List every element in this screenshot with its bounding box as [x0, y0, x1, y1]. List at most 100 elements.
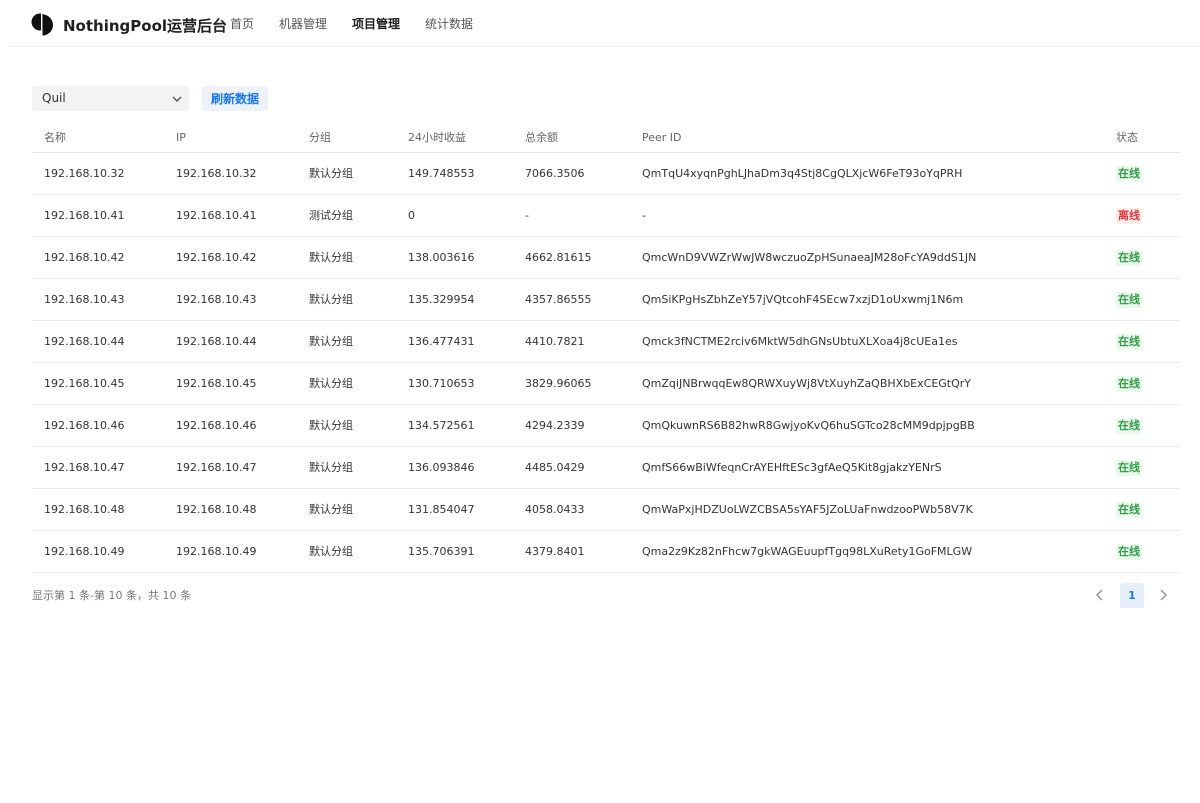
cell-peer-id: QmTqU4xyqnPghLJhaDm3q4Stj8CgQLXjcW6FeT93… [642, 167, 963, 180]
column-header-status[interactable]: 状态 [1116, 132, 1138, 144]
cell-balance: 4662.81615 [525, 251, 592, 264]
cell-ip: 192.168.10.41 [176, 209, 257, 222]
status-badge: 在线 [1116, 292, 1142, 308]
cell-ip: 192.168.10.42 [176, 251, 257, 264]
column-header-peer-id[interactable]: Peer ID [642, 132, 682, 144]
table-row[interactable]: 192.168.10.43 192.168.10.43 默认分组 135.329… [32, 279, 1180, 321]
cell-peer-id: Qma2z9Kz82nFhcw7gkWAGEuupfTgq98LXuRety1G… [642, 545, 973, 558]
column-header-name[interactable]: 名称 [44, 132, 66, 144]
table-header: 名称 IP 分组 24小时收益 总余额 Peer ID 状态 [32, 123, 1180, 153]
cell-ip: 192.168.10.44 [176, 335, 257, 348]
column-header-ip[interactable]: IP [176, 132, 186, 144]
top-header: NothingPool运营后台 首页 机器管理 项目管理 统计数据 [8, 0, 1200, 47]
cell-name: 192.168.10.43 [44, 293, 125, 306]
cell-name: 192.168.10.41 [44, 209, 125, 222]
table-row[interactable]: 192.168.10.41 192.168.10.41 测试分组 0 - - 离… [32, 195, 1180, 237]
cell-ip: 192.168.10.45 [176, 377, 257, 390]
table-row[interactable]: 192.168.10.47 192.168.10.47 默认分组 136.093… [32, 447, 1180, 489]
cell-group: 默认分组 [309, 419, 353, 432]
cell-peer-id: QmSiKPgHsZbhZeY57jVQtcohF4SEcw7xzjD1oUxw… [642, 293, 964, 306]
cell-earnings-24h: 0 [408, 209, 415, 222]
table-row[interactable]: 192.168.10.32 192.168.10.32 默认分组 149.748… [32, 153, 1180, 195]
chevron-right-icon[interactable] [1155, 587, 1171, 603]
status-badge: 在线 [1116, 418, 1142, 434]
cell-ip: 192.168.10.32 [176, 167, 257, 180]
cell-ip: 192.168.10.47 [176, 461, 257, 474]
half-circle-logo-icon [31, 12, 53, 36]
nav-item-home[interactable]: 首页 [230, 17, 254, 31]
column-header-earnings-24h[interactable]: 24小时收益 [408, 132, 466, 144]
nav-item-statistics[interactable]: 统计数据 [425, 17, 473, 31]
table-row[interactable]: 192.168.10.42 192.168.10.42 默认分组 138.003… [32, 237, 1180, 279]
column-header-group[interactable]: 分组 [309, 132, 331, 144]
column-header-balance[interactable]: 总余额 [525, 132, 558, 144]
cell-balance: 4410.7821 [525, 335, 585, 348]
cell-group: 测试分组 [309, 209, 353, 222]
cell-earnings-24h: 136.093846 [408, 461, 475, 474]
status-badge: 在线 [1116, 460, 1142, 476]
cell-name: 192.168.10.32 [44, 167, 125, 180]
cell-name: 192.168.10.46 [44, 419, 125, 432]
table-row[interactable]: 192.168.10.49 192.168.10.49 默认分组 135.706… [32, 531, 1180, 573]
cell-name: 192.168.10.47 [44, 461, 125, 474]
chevron-down-icon [172, 96, 182, 102]
status-badge: 在线 [1116, 544, 1142, 560]
status-badge: 在线 [1116, 334, 1142, 350]
project-select-value: Quil [42, 91, 66, 105]
cell-ip: 192.168.10.46 [176, 419, 257, 432]
cell-balance: 4485.0429 [525, 461, 585, 474]
cell-group: 默认分组 [309, 503, 353, 516]
cell-earnings-24h: 138.003616 [408, 251, 475, 264]
project-select[interactable]: Quil [32, 86, 189, 111]
cell-group: 默认分组 [309, 545, 353, 558]
cell-earnings-24h: 130.710653 [408, 377, 475, 390]
cell-earnings-24h: 134.572561 [408, 419, 475, 432]
status-badge: 在线 [1116, 376, 1142, 392]
cell-peer-id: - [642, 209, 646, 222]
cell-group: 默认分组 [309, 293, 353, 306]
cell-name: 192.168.10.49 [44, 545, 125, 558]
cell-name: 192.168.10.44 [44, 335, 125, 348]
status-badge: 在线 [1116, 250, 1142, 266]
cell-group: 默认分组 [309, 167, 353, 180]
cell-group: 默认分组 [309, 251, 353, 264]
cell-earnings-24h: 135.706391 [408, 545, 475, 558]
status-badge: 在线 [1116, 166, 1142, 182]
cell-peer-id: QmZqiJNBrwqqEw8QRWXuyWj8VtXuyhZaQBHXbExC… [642, 377, 972, 390]
main-nav: 首页 机器管理 项目管理 统计数据 [230, 17, 498, 31]
cell-peer-id: QmWaPxjHDZUoLWZCBSA5sYAF5JZoLUaFnwdzooPW… [642, 503, 973, 516]
cell-ip: 192.168.10.43 [176, 293, 257, 306]
cell-group: 默认分组 [309, 377, 353, 390]
cell-group: 默认分组 [309, 335, 353, 348]
cell-balance: 7066.3506 [525, 167, 585, 180]
cell-group: 默认分组 [309, 461, 353, 474]
cell-ip: 192.168.10.49 [176, 545, 257, 558]
nav-item-machines[interactable]: 机器管理 [279, 17, 327, 31]
cell-balance: 4294.2339 [525, 419, 585, 432]
status-badge: 离线 [1116, 208, 1142, 224]
pagination-summary: 显示第 1 条-第 10 条，共 10 条 [32, 589, 191, 602]
chevron-left-icon[interactable] [1092, 587, 1108, 603]
cell-balance: 4357.86555 [525, 293, 592, 306]
cell-peer-id: Qmck3fNCTME2rciv6MktW5dhGNsUbtuXLXoa4j8c… [642, 335, 958, 348]
table-row[interactable]: 192.168.10.45 192.168.10.45 默认分组 130.710… [32, 363, 1180, 405]
cell-earnings-24h: 136.477431 [408, 335, 475, 348]
cell-balance: 4058.0433 [525, 503, 585, 516]
cell-ip: 192.168.10.48 [176, 503, 257, 516]
cell-peer-id: QmfS66wBiWfeqnCrAYEHftESc3gfAeQ5Kit8gjak… [642, 461, 942, 474]
cell-name: 192.168.10.42 [44, 251, 125, 264]
cell-name: 192.168.10.48 [44, 503, 125, 516]
cell-earnings-24h: 135.329954 [408, 293, 475, 306]
cell-balance: 3829.96065 [525, 377, 592, 390]
app-brand-title: NothingPool运营后台 [63, 17, 228, 35]
nav-item-projects[interactable]: 项目管理 [352, 17, 400, 31]
table-row[interactable]: 192.168.10.46 192.168.10.46 默认分组 134.572… [32, 405, 1180, 447]
cell-earnings-24h: 149.748553 [408, 167, 475, 180]
cell-peer-id: QmcWnD9VWZrWwJW8wczuoZpHSunaeaJM28oFcYA9… [642, 251, 977, 264]
refresh-data-button[interactable]: 刷新数据 [202, 86, 269, 111]
table-row[interactable]: 192.168.10.44 192.168.10.44 默认分组 136.477… [32, 321, 1180, 363]
cell-name: 192.168.10.45 [44, 377, 125, 390]
page-button-current[interactable]: 1 [1120, 583, 1144, 608]
pagination: 1 [1092, 583, 1174, 608]
table-row[interactable]: 192.168.10.48 192.168.10.48 默认分组 131.854… [32, 489, 1180, 531]
